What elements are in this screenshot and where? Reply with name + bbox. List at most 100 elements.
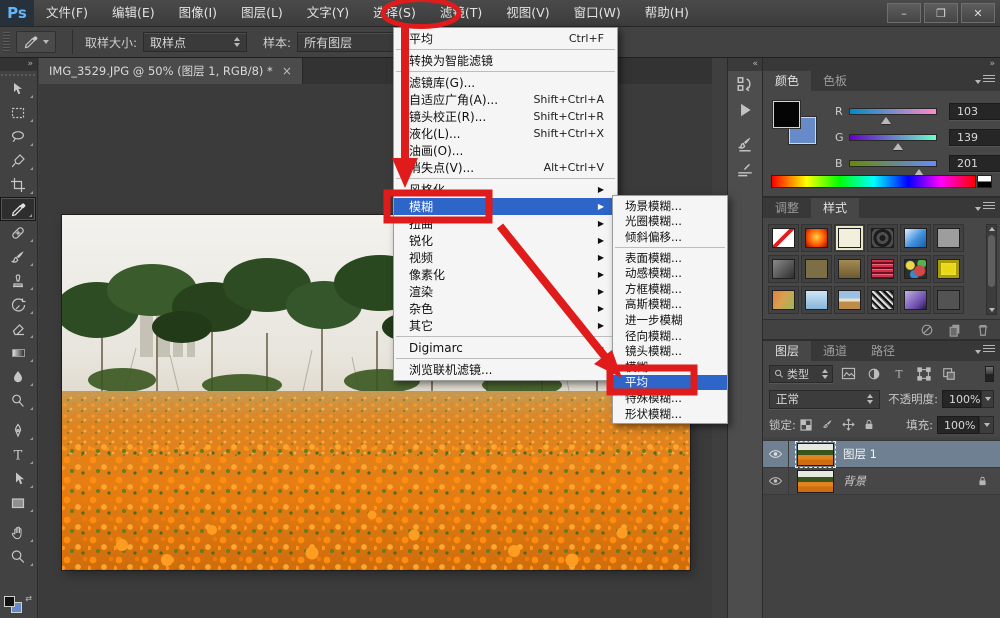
menu-item-stylize[interactable]: 风格化▶	[394, 181, 617, 198]
green-slider-thumb[interactable]	[893, 143, 903, 150]
zoom-tool[interactable]	[0, 545, 36, 569]
green-slider[interactable]	[849, 134, 937, 141]
style-swatch[interactable]	[801, 255, 832, 283]
menu-layer[interactable]: 图层(L)	[229, 0, 295, 26]
submenu-item-average[interactable]: 平均	[613, 375, 727, 391]
menu-view[interactable]: 视图(V)	[494, 0, 561, 26]
style-swatch[interactable]	[834, 255, 865, 283]
style-swatch[interactable]	[801, 286, 832, 314]
submenu-item-box-blur[interactable]: 方框模糊...	[613, 281, 727, 297]
menu-item-digimarc[interactable]: Digimarc▶	[394, 339, 617, 356]
filter-shape-layers-icon[interactable]	[914, 365, 933, 383]
green-value-field[interactable]: 139	[949, 129, 1000, 146]
restore-button[interactable]: ❐	[924, 3, 958, 23]
tab-paths[interactable]: 路径	[859, 341, 907, 361]
layer-thumbnail[interactable]	[797, 443, 834, 466]
lock-all-icon[interactable]	[859, 416, 880, 434]
brush-tool[interactable]	[0, 245, 36, 269]
quick-selection-tool[interactable]	[0, 149, 36, 173]
blue-value-field[interactable]: 201	[949, 155, 1000, 172]
clear-style-icon[interactable]	[920, 323, 934, 337]
submenu-item-motion-blur[interactable]: 动感模糊...	[613, 265, 727, 281]
submenu-item-smart-blur[interactable]: 特殊模糊...	[613, 390, 727, 406]
tool-presets-panel-button[interactable]	[728, 157, 762, 183]
fill-dropdown-button[interactable]	[979, 416, 994, 434]
menu-item-browse-filters-online[interactable]: 浏览联机滤镜...	[394, 361, 617, 378]
filter-pixel-layers-icon[interactable]	[839, 365, 858, 383]
color-wells[interactable]	[773, 101, 821, 149]
layer-name[interactable]: 图层 1	[843, 446, 877, 462]
dodge-tool[interactable]	[0, 389, 36, 413]
filter-adjustment-layers-icon[interactable]	[864, 365, 883, 383]
eyedropper-tool[interactable]	[0, 197, 36, 221]
style-swatch[interactable]	[867, 224, 898, 252]
submenu-item-field-blur[interactable]: 场景模糊...	[613, 198, 727, 214]
tab-swatches[interactable]: 色板	[811, 71, 859, 91]
healing-brush-tool[interactable]	[0, 221, 36, 245]
lock-pixels-icon[interactable]	[817, 416, 838, 434]
blue-slider[interactable]	[849, 160, 937, 167]
actions-panel-button[interactable]	[728, 97, 762, 123]
layer-row-layer1[interactable]: 图层 1	[763, 441, 1000, 468]
tab-styles[interactable]: 样式	[811, 198, 859, 218]
menu-select[interactable]: 选择(S)	[361, 0, 428, 26]
submenu-item-surface-blur[interactable]: 表面模糊...	[613, 250, 727, 266]
style-swatch[interactable]	[867, 286, 898, 314]
fill-value[interactable]: 100%	[937, 416, 979, 434]
hand-tool[interactable]	[0, 521, 36, 545]
color-spectrum-ramp[interactable]	[771, 175, 976, 188]
style-swatch[interactable]	[801, 224, 832, 252]
panels-collapse[interactable]: »	[763, 58, 1000, 71]
style-swatch[interactable]	[933, 224, 964, 252]
color-swatches[interactable]: ⇄	[4, 594, 30, 614]
minimize-button[interactable]: –	[887, 3, 921, 23]
lock-transparency-icon[interactable]	[796, 416, 817, 434]
tab-adjustments[interactable]: 调整	[763, 198, 811, 218]
move-tool[interactable]	[0, 77, 36, 101]
tab-color[interactable]: 颜色	[763, 71, 811, 91]
menu-item-video[interactable]: 视频▶	[394, 249, 617, 266]
layer-thumbnail[interactable]	[797, 470, 834, 493]
style-swatch[interactable]	[933, 255, 964, 283]
sample-size-dropdown[interactable]: 取样点	[143, 32, 247, 52]
lasso-tool[interactable]	[0, 125, 36, 149]
toolbar-collapse[interactable]: »	[0, 58, 37, 71]
visibility-toggle[interactable]	[763, 468, 789, 495]
crop-tool[interactable]	[0, 173, 36, 197]
shape-tool[interactable]	[0, 491, 36, 515]
red-value-field[interactable]: 103	[949, 103, 1000, 120]
scroll-up-icon[interactable]	[989, 227, 995, 231]
style-swatch[interactable]	[900, 224, 931, 252]
menu-item-sharpen[interactable]: 锐化▶	[394, 232, 617, 249]
menu-image[interactable]: 图像(I)	[167, 0, 229, 26]
menu-file[interactable]: 文件(F)	[34, 0, 100, 26]
style-swatch[interactable]	[900, 255, 931, 283]
foreground-color-well[interactable]	[773, 101, 800, 128]
menu-item-adaptive-wide-angle[interactable]: 自适应广角(A)...Shift+Ctrl+A	[394, 91, 617, 108]
menu-filter[interactable]: 滤镜(T)	[428, 0, 494, 26]
swap-colors-icon[interactable]: ⇄	[25, 594, 32, 603]
submenu-item-lens-blur[interactable]: 镜头模糊...	[613, 343, 727, 359]
menu-item-blur[interactable]: 模糊▶	[394, 198, 617, 215]
submenu-item-blur[interactable]: 模糊	[613, 359, 727, 375]
panel-menu-icon[interactable]	[975, 75, 995, 87]
style-swatch[interactable]	[768, 255, 799, 283]
menu-item-filter-gallery[interactable]: 滤镜库(G)...	[394, 74, 617, 91]
blur-tool[interactable]	[0, 365, 36, 389]
layer-filter-type-dropdown[interactable]: 类型	[769, 365, 833, 383]
blend-mode-dropdown[interactable]: 正常	[769, 390, 880, 409]
red-slider-thumb[interactable]	[881, 117, 891, 124]
spectrum-bw-cap[interactable]	[977, 175, 992, 188]
submenu-item-radial-blur[interactable]: 径向模糊...	[613, 328, 727, 344]
red-slider[interactable]	[849, 108, 937, 115]
gradient-tool[interactable]	[0, 341, 36, 365]
menu-item-distort[interactable]: 扭曲▶	[394, 215, 617, 232]
tab-layers[interactable]: 图层	[763, 341, 811, 361]
trash-icon[interactable]	[976, 323, 990, 337]
filter-type-layers-icon[interactable]: T	[889, 365, 908, 383]
menu-window[interactable]: 窗口(W)	[562, 0, 633, 26]
scroll-down-icon[interactable]	[989, 308, 995, 312]
style-swatch-selected[interactable]	[834, 224, 865, 252]
scrollbar-thumb[interactable]	[988, 235, 995, 287]
opacity-dropdown-button[interactable]	[981, 390, 994, 408]
